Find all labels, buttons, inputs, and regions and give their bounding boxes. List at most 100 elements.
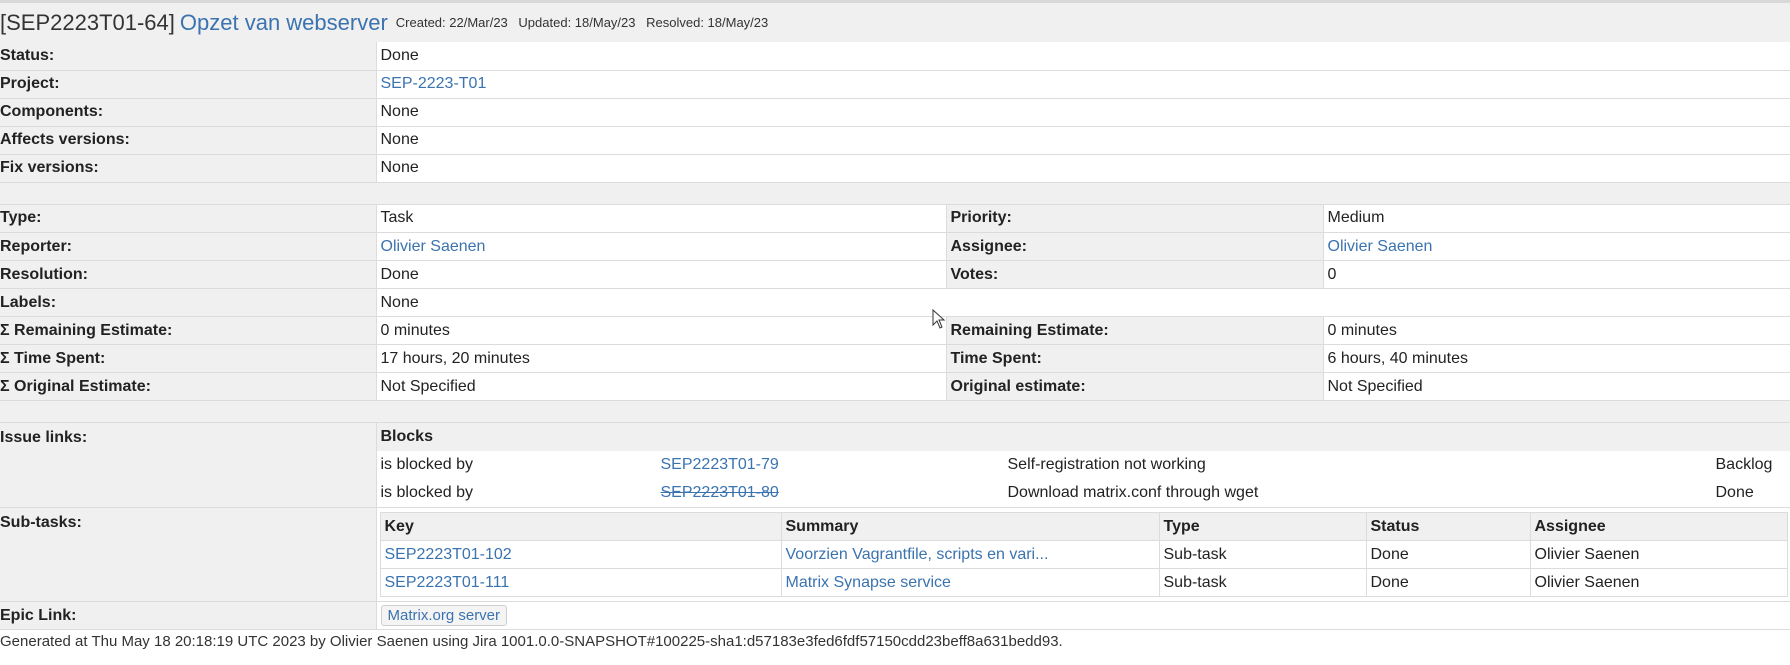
affects-versions-value: None: [375, 126, 1790, 155]
reporter-link[interactable]: Olivier Saenen: [381, 238, 486, 255]
project-link[interactable]: SEP-2223-T01: [381, 75, 487, 92]
linked-issue-status: Done: [1715, 484, 1754, 501]
labels-label: Labels:: [0, 288, 376, 317]
sum-spent-value: 17 hours, 20 minutes: [375, 344, 946, 373]
linked-issue-summary: Download matrix.conf through wget: [1007, 484, 1259, 501]
issue-link-row: is blocked by SEP2223T01-79 Self-registr…: [377, 451, 1790, 479]
subtask-key-link[interactable]: SEP2223T01-111: [385, 574, 510, 591]
sum-remaining-value: 0 minutes: [375, 316, 946, 345]
remaining-label: Remaining Estimate:: [945, 316, 1323, 345]
subtask-assignee: Olivier Saenen: [1529, 540, 1788, 569]
issue-header: [SEP2223T01-64] Opzet van webserver Crea…: [0, 0, 1790, 42]
linked-issue-summary: Self-registration not working: [1007, 456, 1206, 473]
fix-versions-value: None: [375, 154, 1790, 183]
issue-links-list: Blocks is blocked by SEP2223T01-79 Self-…: [377, 423, 1790, 507]
column-header-key: Key: [379, 512, 782, 541]
epic-link-label: Epic Link:: [0, 601, 376, 630]
generated-footer: Generated at Thu May 18 20:18:19 UTC 202…: [0, 633, 1063, 650]
type-value: Task: [375, 204, 946, 233]
subtask-status: Done: [1365, 540, 1531, 569]
link-relation: is blocked by: [380, 456, 474, 473]
remaining-value: 0 minutes: [1322, 316, 1790, 345]
reporter-label: Reporter:: [0, 232, 376, 261]
subtasks-header: Key Summary Type Status Assignee: [379, 512, 1788, 541]
subtask-key-link[interactable]: SEP2223T01-102: [385, 546, 512, 563]
column-header-assignee: Assignee: [1529, 512, 1788, 541]
epic-link-lozenge[interactable]: Matrix.org server: [380, 605, 508, 626]
field-row-affects-versions: Affects versions: None: [0, 126, 1790, 155]
column-header-type: Type: [1158, 512, 1367, 541]
priority-value: Medium: [1322, 204, 1790, 233]
subtask-type: Sub-task: [1158, 540, 1367, 569]
status-label: Status:: [0, 42, 376, 71]
labels-value: None: [375, 288, 1790, 317]
status-value: Done: [375, 42, 1790, 71]
details-row-resolution: Resolution: Done Votes: 0: [0, 260, 1790, 289]
link-relation: is blocked by: [380, 484, 474, 501]
field-row-status: Status: Done: [0, 42, 1790, 71]
linked-issue-status: Backlog: [1715, 456, 1773, 473]
basic-fields-table: Status: Done Project: SEP-2223-T01 Compo…: [0, 42, 1790, 205]
links-group-title: Blocks: [377, 423, 1790, 451]
details-row-remaining: Σ Remaining Estimate: 0 minutes Remainin…: [0, 316, 1790, 345]
details-row-labels: Labels: None: [0, 288, 1790, 317]
field-row-components: Components: None: [0, 98, 1790, 127]
subtasks-table: Key Summary Type Status Assignee SEP2223…: [379, 512, 1789, 597]
linked-issue-key[interactable]: SEP2223T01-80: [661, 484, 779, 501]
subtasks-row: Sub-tasks: Key Summary Type Status Assig…: [0, 507, 1790, 602]
resolution-value: Done: [375, 260, 946, 289]
original-label: Original estimate:: [945, 372, 1323, 401]
subtask-assignee: Olivier Saenen: [1529, 568, 1788, 597]
subtasks-label: Sub-tasks:: [0, 507, 376, 602]
type-label: Type:: [0, 204, 376, 233]
mouse-pointer-icon: [932, 309, 946, 329]
fix-versions-label: Fix versions:: [0, 154, 376, 183]
epic-link-row: Epic Link: Matrix.org server: [0, 601, 1790, 630]
details-row-reporter: Reporter: Olivier Saenen Assignee: Olivi…: [0, 232, 1790, 261]
subtask-summary-link[interactable]: Voorzien Vagrantfile, scripts en vari...: [786, 546, 1049, 563]
subtask-row: SEP2223T01-102 Voorzien Vagrantfile, scr…: [379, 540, 1788, 569]
resolution-label: Resolution:: [0, 260, 376, 289]
subtask-type: Sub-task: [1158, 568, 1367, 597]
created-date: Created: 22/Mar/23: [395, 15, 508, 30]
field-row-project: Project: SEP-2223-T01: [0, 70, 1790, 99]
links-table: Issue links: Blocks is blocked by SEP222…: [0, 423, 1790, 630]
issue-links-row: Issue links: Blocks is blocked by SEP222…: [0, 423, 1790, 508]
subtask-row: SEP2223T01-111 Matrix Synapse service Su…: [379, 568, 1788, 597]
subtask-status: Done: [1365, 568, 1531, 597]
issue-title-link[interactable]: Opzet van webserver: [180, 10, 388, 36]
components-label: Components:: [0, 98, 376, 127]
linked-issue-key[interactable]: SEP2223T01-79: [661, 456, 779, 473]
subtask-summary-link[interactable]: Matrix Synapse service: [786, 574, 951, 591]
spent-label: Time Spent:: [945, 344, 1323, 373]
updated-date: Updated: 18/May/23: [518, 15, 636, 30]
original-value: Not Specified: [1322, 372, 1790, 401]
field-row-fix-versions: Fix versions: None: [0, 154, 1790, 183]
section-spacer: [0, 182, 1790, 205]
affects-versions-label: Affects versions:: [0, 126, 376, 155]
issue-links-label: Issue links:: [0, 423, 376, 508]
details-row-spent: Σ Time Spent: 17 hours, 20 minutes Time …: [0, 344, 1790, 373]
column-header-status: Status: [1365, 512, 1531, 541]
issue-link-row: is blocked by SEP2223T01-80 Download mat…: [377, 479, 1790, 507]
assignee-label: Assignee:: [945, 232, 1323, 261]
issue-dates: Created: 22/Mar/23 Updated: 18/May/23 Re…: [396, 15, 775, 30]
sum-original-value: Not Specified: [375, 372, 946, 401]
sum-spent-label: Σ Time Spent:: [0, 344, 376, 373]
votes-value: 0: [1322, 260, 1790, 289]
details-row-type: Type: Task Priority: Medium: [0, 204, 1790, 233]
section-spacer: [0, 400, 1790, 423]
components-value: None: [375, 98, 1790, 127]
details-table: Type: Task Priority: Medium Reporter: Ol…: [0, 204, 1790, 423]
details-row-original: Σ Original Estimate: Not Specified Origi…: [0, 372, 1790, 401]
priority-label: Priority:: [945, 204, 1323, 233]
votes-label: Votes:: [945, 260, 1323, 289]
sum-original-label: Σ Original Estimate:: [0, 372, 376, 401]
resolved-date: Resolved: 18/May/23: [646, 15, 769, 30]
issue-key: [SEP2223T01-64]: [0, 9, 175, 35]
spent-value: 6 hours, 40 minutes: [1322, 344, 1790, 373]
links-group-header: Blocks: [377, 423, 1790, 451]
sum-remaining-label: Σ Remaining Estimate:: [0, 316, 376, 345]
assignee-link[interactable]: Olivier Saenen: [1328, 238, 1433, 255]
column-header-summary: Summary: [780, 512, 1160, 541]
